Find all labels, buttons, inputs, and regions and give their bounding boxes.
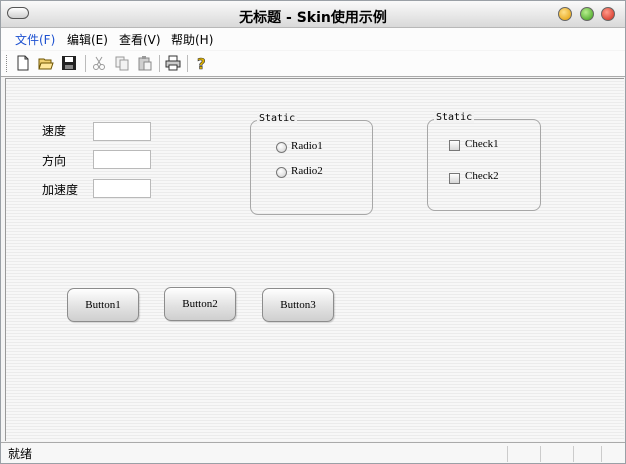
print-icon[interactable] xyxy=(165,55,181,71)
toolbar-separator xyxy=(85,55,86,72)
button1[interactable]: Button1 xyxy=(67,288,139,322)
open-icon[interactable] xyxy=(38,55,54,71)
window-title: 无标题 - Skin使用示例 xyxy=(239,10,387,26)
help-icon[interactable]: ? xyxy=(194,55,210,71)
check1-label[interactable]: Check1 xyxy=(465,138,499,150)
speed-input[interactable] xyxy=(93,122,151,141)
minimize-button[interactable] xyxy=(558,7,572,21)
resize-grip[interactable] xyxy=(601,446,602,462)
check1-box[interactable] xyxy=(449,140,460,151)
status-pane xyxy=(507,446,508,462)
check-groupbox: Static Check1 Check2 xyxy=(427,112,541,211)
check-group-title: Static xyxy=(434,112,475,123)
radio1-button[interactable] xyxy=(276,142,287,153)
save-icon[interactable] xyxy=(61,55,77,71)
status-pane xyxy=(573,446,574,462)
acceleration-input[interactable] xyxy=(93,179,151,198)
copy-icon[interactable] xyxy=(114,55,130,71)
toolbar-separator xyxy=(159,55,160,72)
check2-label[interactable]: Check2 xyxy=(465,170,499,182)
menu-bar: 文件(F) 编辑(E) 查看(V) 帮助(H) xyxy=(1,28,625,50)
menu-file[interactable]: 文件(F) xyxy=(15,31,55,48)
radio-group-title: Static xyxy=(257,113,298,124)
client-area: 速度 方向 加速度 Static Radio1 Radio2 Static Ch… xyxy=(5,78,624,441)
direction-input[interactable] xyxy=(93,150,151,169)
paste-icon[interactable] xyxy=(137,55,153,71)
toolbar-separator xyxy=(187,55,188,72)
maximize-button[interactable] xyxy=(580,7,594,21)
status-bar: 就绪 xyxy=(1,442,625,463)
title-bar[interactable]: 无标题 - Skin使用示例 xyxy=(1,1,625,28)
menu-help[interactable]: 帮助(H) xyxy=(171,31,213,48)
svg-text:?: ? xyxy=(197,55,206,71)
button3[interactable]: Button3 xyxy=(262,288,334,322)
radio2-button[interactable] xyxy=(276,167,287,178)
check2-box[interactable] xyxy=(449,173,460,184)
direction-label: 方向 xyxy=(42,154,67,168)
toolbar-grip[interactable] xyxy=(6,55,10,72)
menu-view[interactable]: 查看(V) xyxy=(119,31,161,48)
cut-icon[interactable] xyxy=(91,55,107,71)
speed-label: 速度 xyxy=(42,124,67,138)
radio1-label[interactable]: Radio1 xyxy=(291,140,323,152)
close-button[interactable] xyxy=(601,7,615,21)
status-pane xyxy=(540,446,541,462)
menu-edit[interactable]: 编辑(E) xyxy=(67,31,108,48)
toolbar: ? xyxy=(1,51,625,77)
main-window: 无标题 - Skin使用示例 文件(F) 编辑(E) 查看(V) 帮助(H) ?… xyxy=(0,0,626,464)
status-text: 就绪 xyxy=(8,447,33,461)
button2[interactable]: Button2 xyxy=(164,287,236,321)
radio-groupbox: Static Radio1 Radio2 xyxy=(250,113,373,215)
radio2-label[interactable]: Radio2 xyxy=(291,165,323,177)
new-icon[interactable] xyxy=(15,55,31,71)
acceleration-label: 加速度 xyxy=(42,183,79,197)
